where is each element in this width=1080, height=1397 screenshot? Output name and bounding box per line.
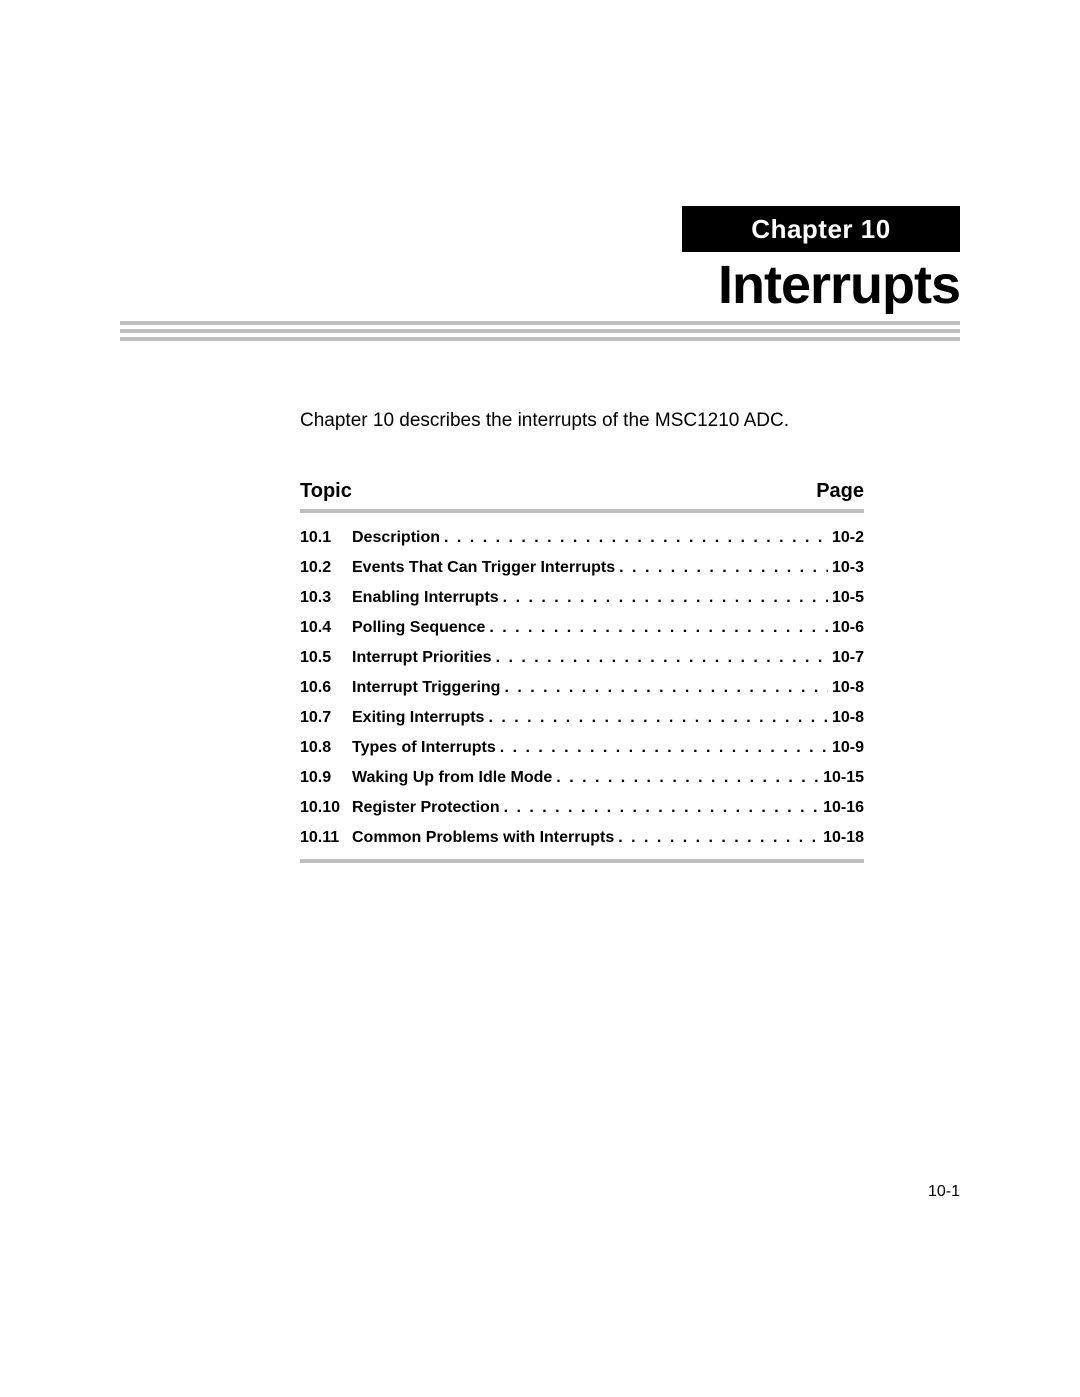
toc-row-page: 10-2 xyxy=(832,529,864,547)
toc-header: Topic Page xyxy=(300,480,864,513)
toc-row-title: Events That Can Trigger Interrupts xyxy=(352,559,615,577)
toc-row-number: 10.6 xyxy=(300,679,352,697)
toc-row-title: Register Protection xyxy=(352,799,500,817)
toc-row-title: Description xyxy=(352,529,440,547)
toc-row-number: 10.8 xyxy=(300,739,352,757)
toc-row-dots xyxy=(444,529,828,547)
toc-row-title: Exiting Interrupts xyxy=(352,709,484,727)
toc-row-title: Polling Sequence xyxy=(352,619,485,637)
toc-row-title: Types of Interrupts xyxy=(352,739,496,757)
toc-row-title: Common Problems with Interrupts xyxy=(352,829,614,847)
toc-row-page: 10-3 xyxy=(832,559,864,577)
page: Chapter 10 Interrupts Chapter 10 describ… xyxy=(0,0,1080,1397)
toc-row-dots xyxy=(618,829,819,847)
toc-row-number: 10.7 xyxy=(300,709,352,727)
toc-header-page: Page xyxy=(816,480,864,503)
toc-row-title: Enabling Interrupts xyxy=(352,589,499,607)
toc-row-dots xyxy=(496,649,828,667)
toc-row-number: 10.5 xyxy=(300,649,352,667)
toc-row-title: Waking Up from Idle Mode xyxy=(352,769,552,787)
toc-row: 10.4Polling Sequence 10-6 xyxy=(300,619,864,637)
toc-row-page: 10-6 xyxy=(832,619,864,637)
chapter-title: Interrupts xyxy=(718,254,960,316)
toc-row-page: 10-8 xyxy=(832,679,864,697)
toc-row-number: 10.1 xyxy=(300,529,352,547)
toc-footer-rule xyxy=(300,859,864,863)
toc-row-page: 10-16 xyxy=(823,799,864,817)
toc-row-dots xyxy=(489,619,828,637)
toc-row-page: 10-18 xyxy=(823,829,864,847)
toc-row-dots xyxy=(504,799,819,817)
toc-row: 10.6Interrupt Triggering 10-8 xyxy=(300,679,864,697)
toc-row-dots xyxy=(500,739,828,757)
rule-line xyxy=(120,321,960,325)
toc-row-number: 10.3 xyxy=(300,589,352,607)
toc-row-dots xyxy=(504,679,828,697)
toc-row-number: 10.10 xyxy=(300,799,352,817)
toc-row: 10.8Types of Interrupts 10-9 xyxy=(300,739,864,757)
toc-row-page: 10-9 xyxy=(832,739,864,757)
toc-row-number: 10.2 xyxy=(300,559,352,577)
toc-row-page: 10-8 xyxy=(832,709,864,727)
toc-row-page: 10-15 xyxy=(823,769,864,787)
toc-row-title: Interrupt Triggering xyxy=(352,679,500,697)
toc-row: 10.2Events That Can Trigger Interrupts 10… xyxy=(300,559,864,577)
toc-row: 10.10Register Protection 10-16 xyxy=(300,799,864,817)
toc-row-page: 10-7 xyxy=(832,649,864,667)
toc-row-dots xyxy=(556,769,819,787)
rule-line xyxy=(120,329,960,333)
toc-body: 10.1Description 10-2 10.2Events That Can T… xyxy=(300,529,864,847)
toc-row-dots xyxy=(488,709,828,727)
toc-row: 10.11Common Problems with Interrupts 10-1… xyxy=(300,829,864,847)
toc-row: 10.3Enabling Interrupts 10-5 xyxy=(300,589,864,607)
toc-row: 10.1Description 10-2 xyxy=(300,529,864,547)
toc-row-page: 10-5 xyxy=(832,589,864,607)
table-of-contents: Topic Page 10.1Description 10-2 10.2Events… xyxy=(300,480,864,863)
toc-row: 10.7Exiting Interrupts 10-8 xyxy=(300,709,864,727)
header-rules xyxy=(120,321,960,345)
toc-row-number: 10.4 xyxy=(300,619,352,637)
rule-line xyxy=(120,337,960,341)
toc-row-dots xyxy=(619,559,828,577)
toc-row-title: Interrupt Priorities xyxy=(352,649,492,667)
toc-row: 10.9Waking Up from Idle Mode 10-15 xyxy=(300,769,864,787)
toc-row-number: 10.11 xyxy=(300,829,352,847)
chapter-label: Chapter 10 xyxy=(682,206,960,252)
toc-row: 10.5Interrupt Priorities 10-7 xyxy=(300,649,864,667)
page-number: 10-1 xyxy=(928,1183,960,1201)
toc-row-dots xyxy=(503,589,828,607)
toc-row-number: 10.9 xyxy=(300,769,352,787)
toc-header-topic: Topic xyxy=(300,480,352,503)
intro-text: Chapter 10 describes the interrupts of t… xyxy=(300,408,810,435)
